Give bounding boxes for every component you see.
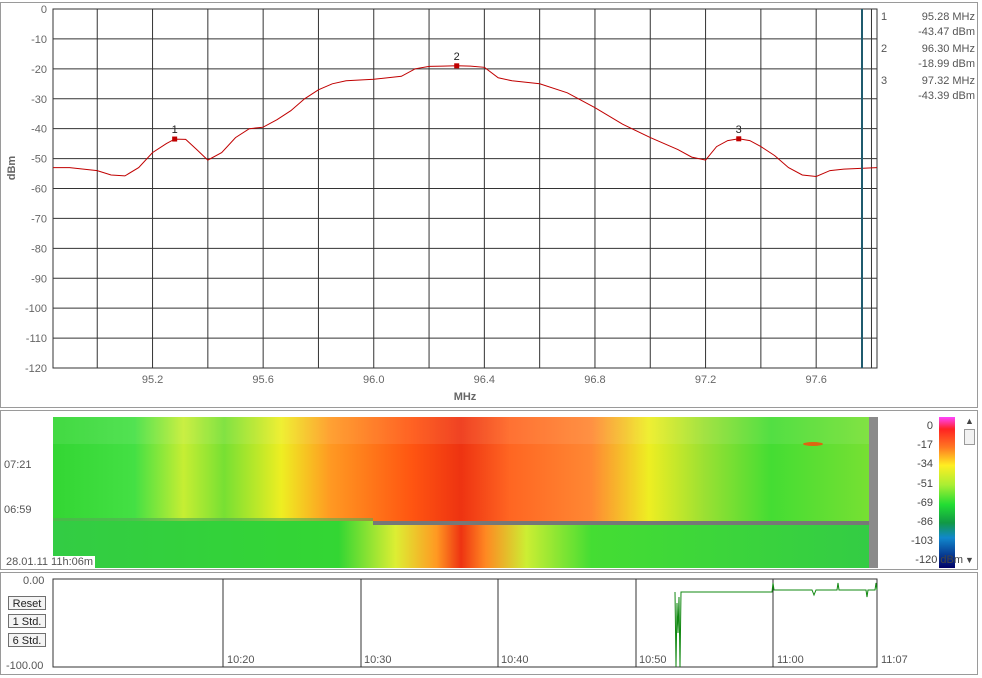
- x-tick-label: 96.8: [584, 374, 605, 386]
- history-x-tick-label: 10:20: [227, 654, 255, 666]
- one-std-button[interactable]: 1 Std.: [8, 614, 46, 628]
- marker-point[interactable]: [736, 136, 742, 142]
- y-tick-label: -90: [31, 273, 47, 285]
- x-tick-label: 96.4: [474, 374, 495, 386]
- marker-level: -18.99 dBm: [918, 58, 975, 70]
- history-x-tick-label: 10:50: [639, 654, 667, 666]
- marker-frequency: 95.28 MHz: [921, 11, 975, 23]
- marker-readout-3: 3 97.32 MHz -43.39 dBm: [879, 73, 977, 105]
- scroll-up-icon[interactable]: ▲: [965, 416, 974, 426]
- waterfall-spot: [803, 442, 823, 446]
- marker-point[interactable]: [172, 136, 178, 142]
- scale-tick-label: -34: [917, 458, 933, 471]
- reset-button[interactable]: Reset: [8, 596, 46, 610]
- history-y-max: 0.00: [23, 575, 45, 587]
- history-panel: 0.00 -100.00 Reset 1 Std. 6 Std. 10:20 10…: [0, 572, 978, 675]
- y-tick-label: 0: [41, 4, 47, 16]
- marker-level: -43.39 dBm: [918, 90, 975, 102]
- marker-frequency: 97.32 MHz: [921, 75, 975, 87]
- scale-tick-label: 0: [926, 420, 933, 432]
- marker-frequency: 96.30 MHz: [921, 43, 975, 55]
- y-axis-label: dBm: [6, 156, 18, 181]
- y-tick-label: -50: [31, 154, 47, 166]
- marker-point[interactable]: [454, 63, 460, 69]
- x-tick-label: 96.0: [363, 374, 384, 386]
- marker-label: 2: [454, 51, 460, 63]
- y-tick-label: -30: [31, 94, 47, 106]
- scale-tick-label: -69: [917, 496, 933, 509]
- y-tick-label: -70: [31, 213, 47, 225]
- y-tick-label: -120: [25, 363, 47, 375]
- y-tick-label: -10: [31, 34, 47, 46]
- history-y-min: -100.00: [6, 660, 44, 672]
- marker-level: -43.47 dBm: [918, 26, 975, 38]
- y-tick-label: -80: [31, 243, 47, 255]
- y-tick-label: -20: [31, 64, 47, 76]
- x-tick-label: 95.6: [252, 374, 273, 386]
- x-tick-label: 95.2: [142, 374, 163, 386]
- waterfall-gap-bar: [373, 521, 869, 525]
- marker-id: 1: [881, 11, 888, 23]
- waterfall-lower: [53, 521, 869, 568]
- y-tick-label: -100: [25, 303, 47, 315]
- waterfall-scrollbar[interactable]: [869, 417, 878, 568]
- marker-label: 3: [736, 124, 742, 136]
- marker-id: 3: [881, 75, 888, 87]
- scale-tick-label: -120 dBm: [915, 554, 963, 567]
- y-tick-label: -60: [31, 184, 47, 196]
- y-tick-label: -40: [31, 124, 47, 136]
- x-axis-label: MHz: [454, 391, 477, 403]
- y-tick-label: -110: [26, 333, 47, 345]
- time-label-upper: 07:21: [4, 459, 32, 471]
- history-x-tick-label: 10:30: [364, 654, 392, 666]
- marker-label: 1: [172, 124, 178, 136]
- waterfall-svg: [53, 417, 955, 568]
- scroll-down-icon[interactable]: ▼: [965, 555, 974, 565]
- scale-tick-label: -86: [917, 516, 933, 528]
- history-x-tick-label: 10:40: [501, 654, 529, 666]
- scale-tick-label: -51: [917, 477, 933, 490]
- marker-id: 2: [881, 43, 888, 55]
- marker-readout-2: 2 96.30 MHz -18.99 dBm: [879, 41, 977, 73]
- marker-readout: 1 95.28 MHz -43.47 dBm 2 96.30 MHz -18.9…: [879, 9, 977, 105]
- history-x-tick-label: 11:00: [777, 654, 804, 666]
- waterfall-panel: 07:21 06:59 28.01.11 11h:06m 0 -17 -34 -51 -…: [0, 410, 978, 570]
- history-chart[interactable]: [1, 573, 977, 674]
- x-tick-label: 97.6: [805, 374, 826, 386]
- x-tick-label: 97.2: [695, 374, 716, 386]
- time-label-lower: 06:59: [4, 504, 32, 516]
- scale-tick-label: -103: [910, 535, 933, 548]
- scale-tick-label: -17: [917, 439, 933, 452]
- six-std-button[interactable]: 6 Std.: [8, 633, 46, 647]
- spectrum-chart[interactable]: 0 -10 -20 -30 -40 -50 -60 -70 -80 -90 -100 -110 -120…: [1, 3, 977, 407]
- waterfall-timestamp: 28.01.11 11h:06m: [4, 556, 96, 568]
- color-scale-bar: [939, 417, 955, 568]
- marker-readout-1: 1 95.28 MHz -43.47 dBm: [879, 9, 977, 41]
- history-x-tick-label: 11:07: [881, 654, 908, 666]
- spectrum-panel: 0 -10 -20 -30 -40 -50 -60 -70 -80 -90 -100 -110 -120…: [0, 2, 978, 408]
- scale-scroll-thumb[interactable]: [964, 429, 975, 445]
